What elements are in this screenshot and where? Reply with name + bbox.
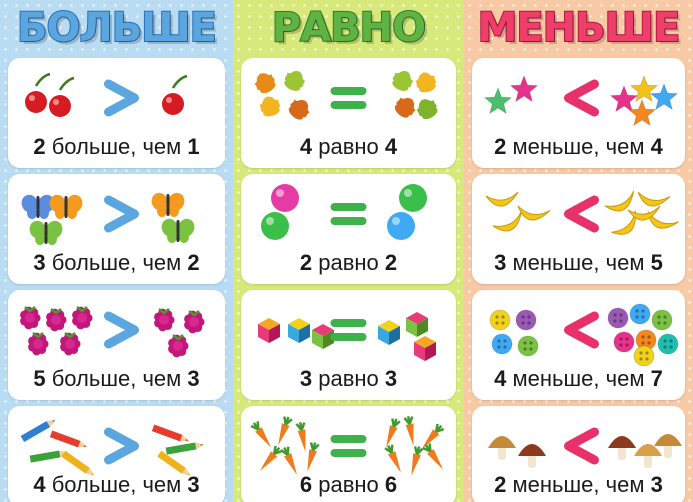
button-icon-group-left — [489, 309, 539, 357]
comparison-sign-eq — [330, 319, 367, 341]
raspberry-icon-group-left — [20, 306, 93, 356]
comparison-caption: 2 больше, чем 1 — [33, 134, 200, 159]
ball-icon-group-right — [387, 184, 427, 240]
banana-icon — [485, 190, 680, 235]
comparison-card: 4 больше, чем 3 — [8, 406, 225, 502]
banana-icon-group-right — [604, 190, 680, 235]
column-bolshe: БОЛЬШЕ 2 больше, чем 1 3 больше, чем 2 5… — [0, 0, 233, 502]
oak-leaf-icon — [254, 71, 438, 120]
comparison-caption: 3 меньше, чем 5 — [494, 250, 663, 275]
comparison-card: 5 больше, чем 3 — [8, 290, 225, 400]
comparison-card: 6 равно 6 — [241, 406, 456, 502]
comparison-caption: 2 меньше, чем 3 — [494, 472, 663, 497]
comparison-sign-lt — [564, 311, 599, 349]
mushroom-icon-group-right — [608, 434, 682, 468]
comparison-caption: 2 меньше, чем 4 — [494, 134, 663, 159]
mushroom-icon — [488, 427, 682, 468]
carrot-icon — [250, 416, 445, 476]
column-heading: БОЛЬШЕ — [16, 4, 218, 52]
comparison-sign-gt — [104, 311, 139, 349]
comparison-card: 4 равно 4 — [241, 58, 456, 168]
star-icon-group-right — [609, 74, 679, 127]
comparison-card: 2 больше, чем 1 — [8, 58, 225, 168]
pencil-icon-group-right — [151, 424, 204, 476]
column-heading: МЕНЬШЕ — [477, 4, 682, 52]
cherry-icon — [25, 72, 188, 117]
cherry-icon-group-left — [25, 72, 75, 117]
ball-icon-group-left — [261, 184, 299, 240]
cube-icon-group-right — [378, 312, 436, 361]
comparison-card: 2 меньше, чем 3 — [472, 406, 685, 502]
button-icon — [489, 303, 679, 366]
butterfly-icon — [21, 192, 195, 245]
butterfly-icon-group-right — [151, 192, 195, 243]
comparison-sign-lt — [564, 427, 599, 465]
comparison-card: 4 меньше, чем 7 — [472, 290, 685, 400]
comparison-card: 3 больше, чем 2 — [8, 174, 225, 284]
button-icon-group-right — [607, 303, 679, 366]
comparison-sign-gt — [104, 79, 139, 117]
ball-icon — [261, 184, 427, 240]
comparison-caption: 4 меньше, чем 7 — [494, 366, 663, 391]
comparison-caption: 6 равно 6 — [299, 472, 398, 497]
pencil-icon-group-left — [20, 420, 95, 476]
cube-icon-group-left — [258, 318, 334, 349]
comparison-card: 3 равно 3 — [241, 290, 456, 400]
poster: БОЛЬШЕ 2 больше, чем 1 3 больше, чем 2 5… — [0, 0, 693, 502]
comparison-caption: 5 больше, чем 3 — [33, 366, 200, 391]
comparison-sign-eq — [330, 435, 367, 457]
mushroom-icon-group-left — [488, 436, 546, 468]
oak-leaf-icon-group-left — [254, 71, 310, 120]
column-menshe: МЕНЬШЕ 2 меньше, чем 4 3 меньше, чем 5 4… — [464, 0, 693, 502]
raspberry-icon-group-right — [154, 308, 205, 358]
comparison-caption: 4 больше, чем 3 — [33, 472, 200, 497]
comparison-sign-lt — [564, 195, 599, 233]
comparison-caption: 4 равно 4 — [299, 134, 398, 159]
comparison-sign-eq — [330, 203, 367, 225]
oak-leaf-icon-group-right — [392, 71, 438, 120]
butterfly-icon-group-left — [21, 194, 83, 245]
raspberry-icon — [20, 306, 205, 358]
comparison-caption: 3 равно 3 — [299, 366, 398, 391]
comparison-caption: 2 равно 2 — [299, 250, 398, 275]
banana-icon-group-left — [485, 191, 551, 232]
comparison-card: 2 меньше, чем 4 — [472, 58, 685, 168]
star-icon — [483, 74, 679, 127]
cube-icon — [258, 312, 436, 361]
cherry-icon-group-right — [162, 74, 188, 115]
carrot-icon-group-left — [250, 416, 320, 475]
comparison-caption: 3 больше, чем 2 — [33, 250, 200, 275]
carrot-icon-group-right — [384, 416, 445, 476]
comparison-card: 3 меньше, чем 5 — [472, 174, 685, 284]
comparison-sign-eq — [330, 87, 367, 109]
star-icon-group-left — [483, 74, 539, 115]
column-ravno: РАВНО 4 равно 4 2 равно 2 3 равно 3 6 ра… — [233, 0, 464, 502]
pencil-icon — [20, 420, 204, 476]
comparison-sign-gt — [104, 427, 139, 465]
comparison-card: 2 равно 2 — [241, 174, 456, 284]
comparison-sign-lt — [564, 79, 599, 117]
comparison-sign-gt — [104, 195, 139, 233]
column-heading: РАВНО — [271, 4, 427, 52]
